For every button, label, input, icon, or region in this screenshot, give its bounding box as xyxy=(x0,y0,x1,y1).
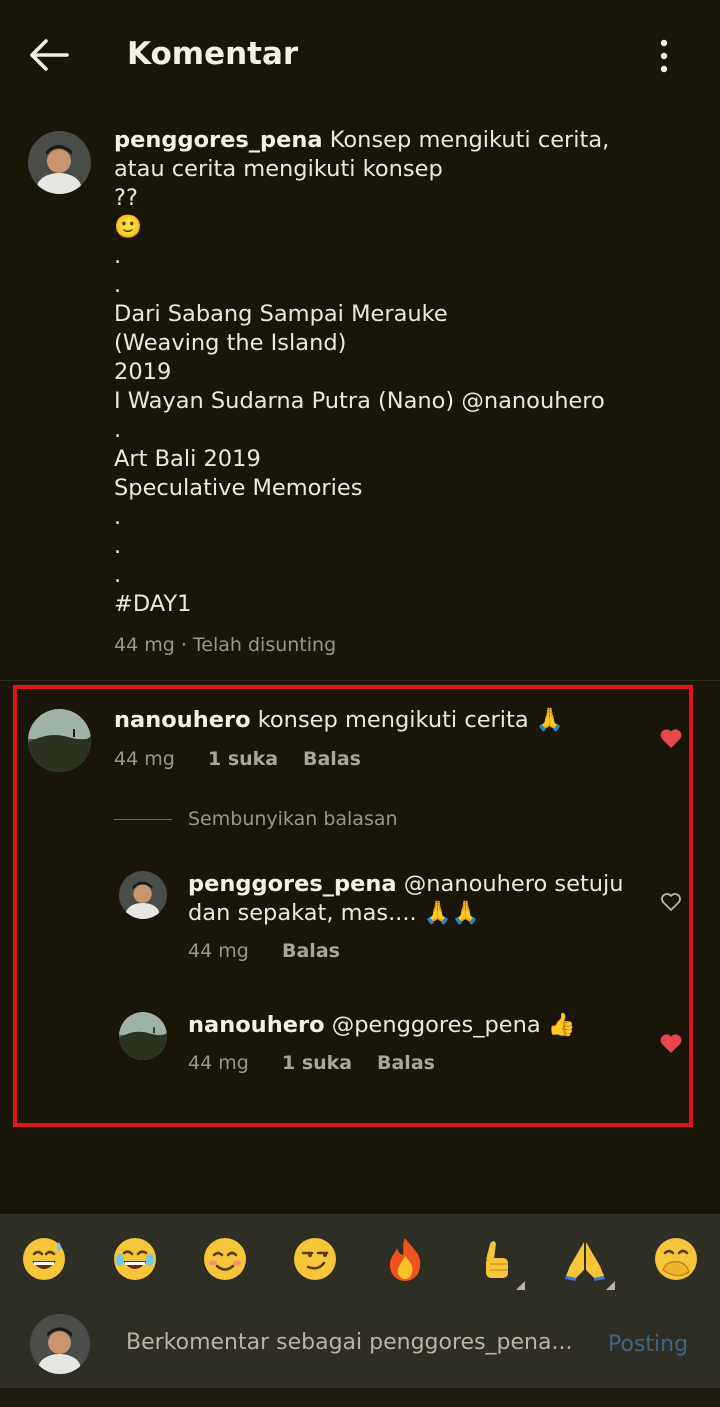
reply-text: nanouhero @penggores_pena 👍 xyxy=(188,1012,576,1038)
caption-line: Art Bali 2019 xyxy=(114,446,261,472)
reply-time: 44 mg xyxy=(188,1052,249,1074)
caption-line: . xyxy=(114,243,122,269)
like-button[interactable] xyxy=(659,891,683,913)
sweat-smile-icon xyxy=(23,1238,65,1280)
comment-input[interactable]: Berkomentar sebagai penggores_pena... xyxy=(126,1330,586,1355)
caption-line: . xyxy=(114,533,122,559)
post-username[interactable]: penggores_pena xyxy=(114,127,323,153)
emoji-sweat-smile[interactable] xyxy=(21,1236,67,1282)
hide-replies-button[interactable]: Sembunyikan balasan xyxy=(188,808,398,830)
like-button[interactable] xyxy=(659,1032,683,1054)
smirk-icon xyxy=(294,1238,336,1280)
avatar[interactable] xyxy=(119,871,167,919)
caption-line: Dari Sabang Sampai Merauke xyxy=(114,301,448,327)
caption-line: . xyxy=(114,417,122,443)
like-button[interactable] xyxy=(659,727,683,749)
emoji-bar xyxy=(0,1214,720,1302)
likes-count[interactable]: 1 suka xyxy=(282,1052,352,1074)
blush-icon xyxy=(204,1238,246,1280)
heart-filled-icon xyxy=(660,1034,682,1053)
user-photo xyxy=(119,1012,167,1060)
reply-button[interactable]: Balas xyxy=(303,748,361,770)
reply-text-line: dan sepakat, mas.... 🙏🙏 xyxy=(188,900,480,926)
reply-username[interactable]: nanouhero xyxy=(188,1012,325,1038)
reply-button[interactable]: Balas xyxy=(377,1052,435,1074)
avatar[interactable] xyxy=(28,131,91,194)
comment-time: 44 mg xyxy=(114,748,175,770)
emoji-blush[interactable] xyxy=(202,1236,248,1282)
caption-line: atau cerita mengikuti konsep xyxy=(114,156,443,182)
more-options-button[interactable] xyxy=(650,36,678,76)
emoji-fire[interactable] xyxy=(382,1236,428,1282)
caption-line: #DAY1 xyxy=(114,591,192,617)
thumbs-up-icon xyxy=(486,1241,508,1278)
emoji-thumbs-up[interactable] xyxy=(472,1236,518,1282)
pray-icon xyxy=(565,1242,605,1281)
reply-username[interactable]: penggores_pena xyxy=(188,871,397,897)
top-bar: Komentar xyxy=(0,0,720,110)
user-photo xyxy=(30,1314,90,1374)
caption-line: . xyxy=(114,562,122,588)
skin-tone-indicator xyxy=(606,1281,615,1290)
post-button[interactable]: Posting xyxy=(608,1332,688,1357)
user-photo xyxy=(119,871,167,919)
caption-line: (Weaving the Island) xyxy=(114,330,347,356)
emoji-joy[interactable] xyxy=(112,1236,158,1282)
bottom-strip xyxy=(0,1388,720,1407)
caption-line: . xyxy=(114,272,122,298)
page-title: Komentar xyxy=(127,36,299,72)
back-button[interactable] xyxy=(26,32,72,78)
reply-time: 44 mg xyxy=(188,940,249,962)
emoji-hand-over-mouth[interactable] xyxy=(653,1236,699,1282)
reply-meta: 44 mg Balas xyxy=(188,940,340,962)
hand-over-mouth-icon xyxy=(655,1238,697,1280)
arrow-left-icon xyxy=(30,39,69,71)
skin-tone-indicator xyxy=(516,1281,525,1290)
caption-line: 2019 xyxy=(114,359,172,385)
caption-line: ?? xyxy=(114,185,138,211)
post-meta: 44 mg · Telah disunting xyxy=(114,634,337,656)
caption-line: . xyxy=(114,504,122,530)
hide-replies-line xyxy=(114,819,172,820)
comment-meta: 44 mg 1 suka Balas xyxy=(114,748,361,770)
fire-icon xyxy=(389,1238,421,1281)
heart-filled-icon xyxy=(660,729,682,748)
comment-username[interactable]: nanouhero xyxy=(114,707,251,733)
reply-meta: 44 mg 1 suka Balas xyxy=(188,1052,435,1074)
post-caption: penggores_pena Konsep mengikuti cerita, … xyxy=(114,126,704,619)
comment-text: nanouhero konsep mengikuti cerita 🙏 xyxy=(114,707,564,733)
caption-line: Speculative Memories xyxy=(114,475,363,501)
caption-line: penggores_pena Konsep mengikuti cerita, xyxy=(114,127,610,153)
likes-count[interactable]: 1 suka xyxy=(208,748,278,770)
divider xyxy=(0,680,720,681)
emoji-smirk[interactable] xyxy=(292,1236,338,1282)
reply-button[interactable]: Balas xyxy=(282,940,340,962)
user-photo xyxy=(28,131,91,194)
avatar[interactable] xyxy=(119,1012,167,1060)
joy-icon xyxy=(114,1238,156,1280)
emoji-pray[interactable] xyxy=(562,1236,608,1282)
heart-outline-icon xyxy=(661,893,681,911)
more-vertical-icon xyxy=(660,39,668,73)
avatar[interactable] xyxy=(28,709,91,772)
reply-text: penggores_pena @nanouhero setuju xyxy=(188,871,624,897)
user-photo xyxy=(28,709,91,772)
avatar xyxy=(30,1314,90,1374)
caption-line: 🙂 xyxy=(114,214,143,240)
caption-line: I Wayan Sudarna Putra (Nano) @nanouhero xyxy=(114,388,605,414)
